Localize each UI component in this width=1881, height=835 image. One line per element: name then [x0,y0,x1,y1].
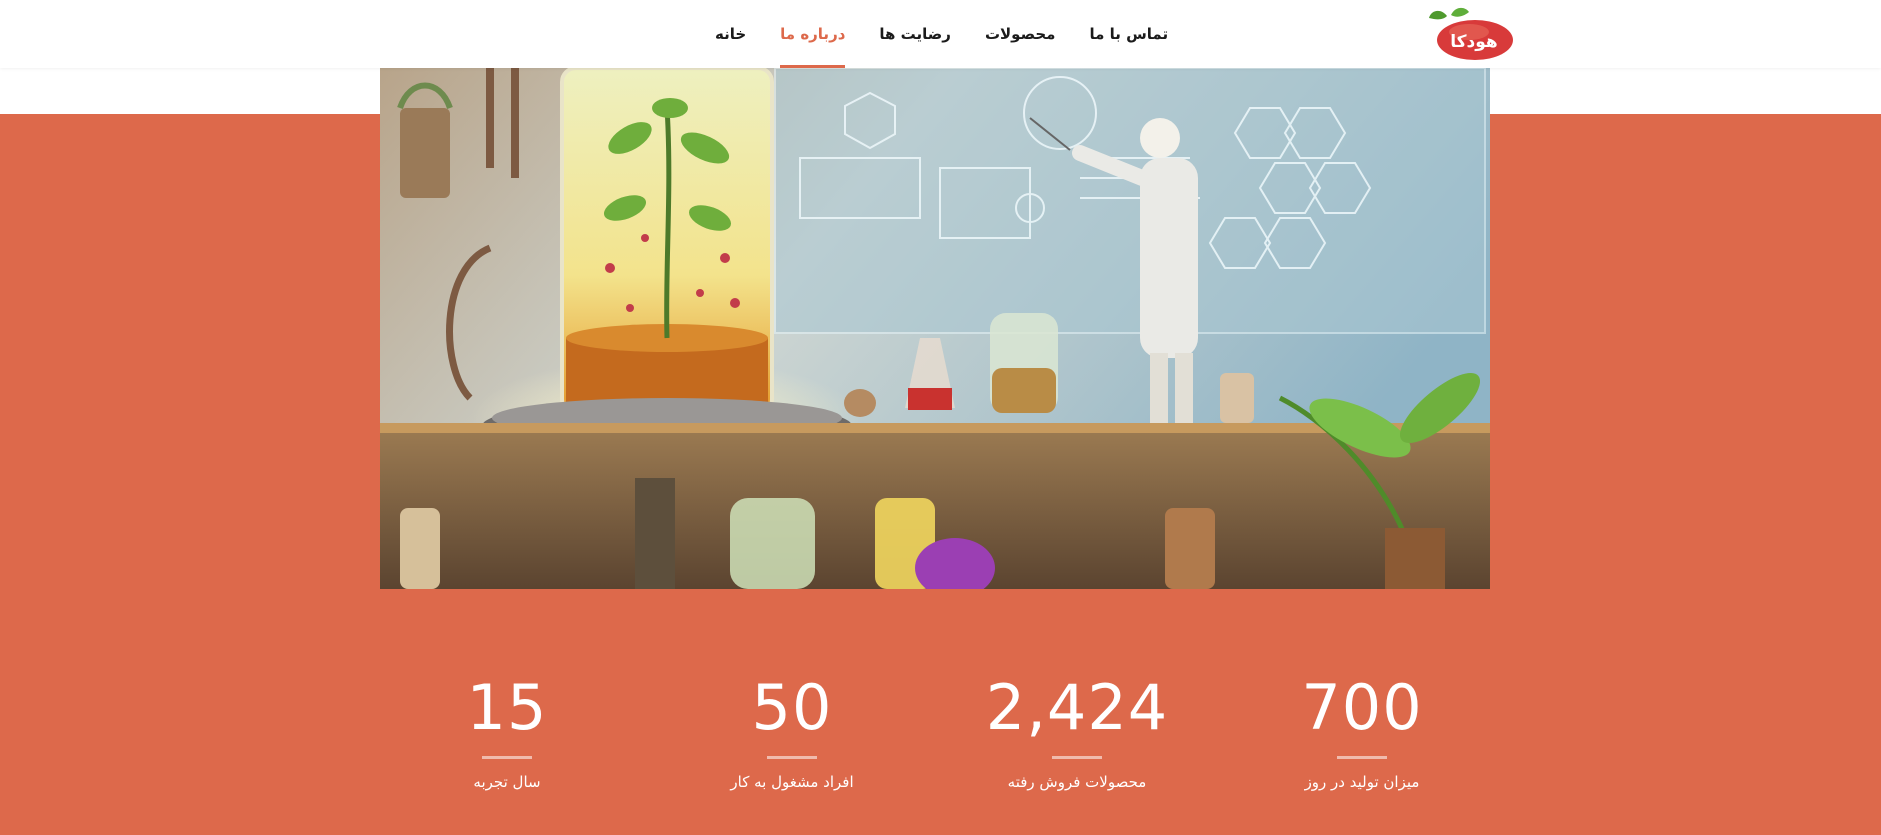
stat-divider [1052,756,1102,759]
stat-divider [767,756,817,759]
nav-item-products[interactable]: محصولات [985,0,1056,68]
stat-divider [1337,756,1387,759]
hero-image [380,68,1490,589]
svg-text:هودکا: هودکا [1450,32,1497,52]
stat-label: افراد مشغول به کار [730,773,854,791]
stat-value: 700 [1301,671,1423,744]
stat-label: میزان تولید در روز [1304,773,1420,791]
stat-value: 50 [751,671,833,744]
nav-item-contact[interactable]: تماس با ما [1089,0,1168,68]
nav-item-testimonials[interactable]: رضایت ها [879,0,951,68]
stat-employees: 50 افراد مشغول به کار [682,670,902,791]
stat-label: محصولات فروش رفته [1007,773,1147,791]
stat-value: 15 [466,671,548,744]
main-nav: خانه درباره ما رضایت ها محصولات تماس با … [715,0,1168,68]
stat-daily-production: 700 میزان تولید در روز [1252,670,1472,791]
site-header: خانه درباره ما رضایت ها محصولات تماس با … [0,0,1881,68]
nav-item-about[interactable]: درباره ما [780,0,846,68]
stat-label: سال تجربه [473,773,541,791]
stat-products-sold: 2,424 محصولات فروش رفته [967,670,1187,791]
nav-item-home[interactable]: خانه [715,0,746,68]
stat-value: 2,424 [985,671,1169,744]
stat-divider [482,756,532,759]
brand-logo[interactable]: هودکا [1425,6,1515,62]
stat-years-experience: 15 سال تجربه [397,670,617,791]
